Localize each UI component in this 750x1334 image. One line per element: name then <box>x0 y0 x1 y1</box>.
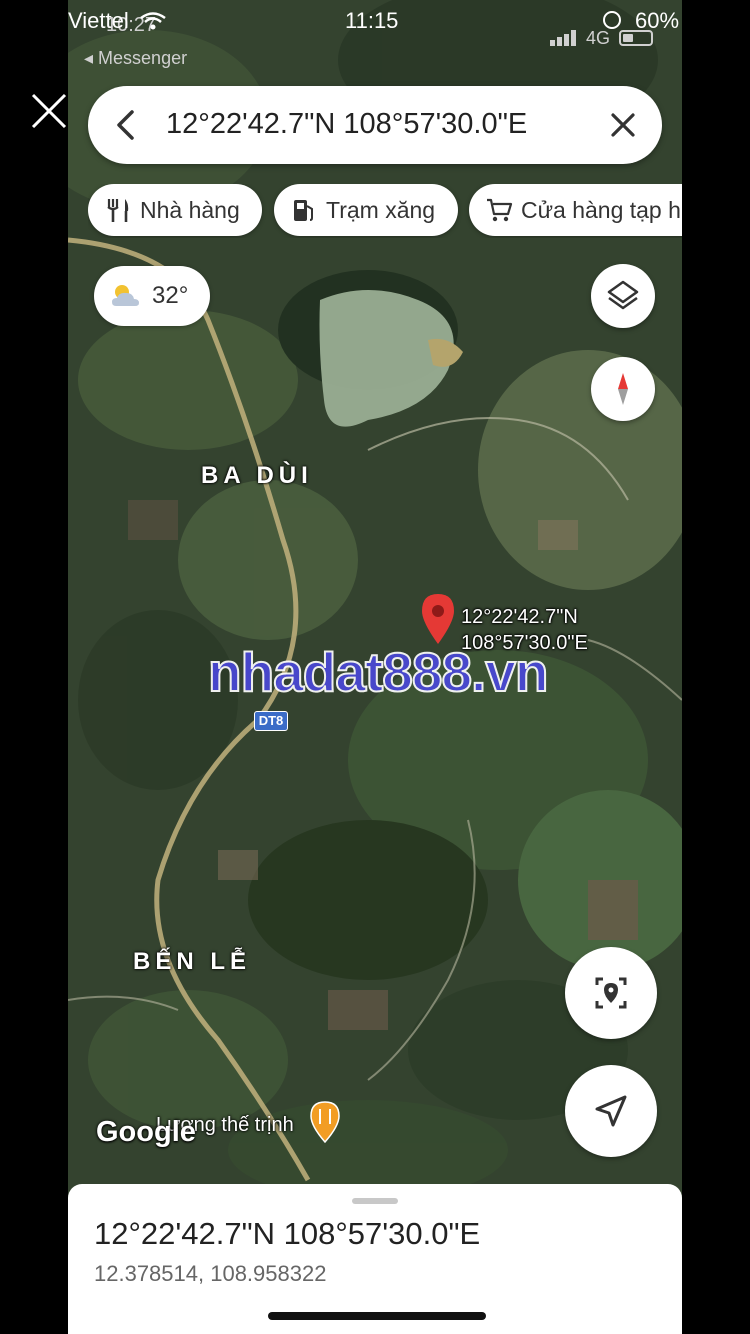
maps-app-screen: 10:27 ◂ Messenger 4G 12°22'42.7"N 108°57… <box>68 0 682 1334</box>
carrier-name: Viettel <box>68 8 129 33</box>
location-pin-icon[interactable] <box>418 592 458 646</box>
partly-cloudy-icon <box>112 285 139 306</box>
pin-latitude: 12°22'42.7"N <box>461 606 578 628</box>
wifi-icon <box>140 12 166 30</box>
navigation-arrow-icon <box>595 1095 627 1127</box>
compass-button[interactable] <box>591 357 655 421</box>
layers-button[interactable] <box>591 264 655 328</box>
place-bottom-sheet[interactable]: 12°22'42.7"N 108°57'30.0"E 12.378514, 10… <box>68 1184 682 1334</box>
category-chips: Nhà hàng Trạm xăng Cửa hàng tạp h <box>88 184 682 238</box>
battery-percent: 60% <box>635 8 680 33</box>
compass-icon <box>618 373 628 405</box>
restaurant-icon <box>107 199 129 222</box>
home-indicator[interactable] <box>268 1312 486 1320</box>
back-to-app-link[interactable]: ◂ Messenger <box>84 48 187 69</box>
chip-restaurants[interactable]: Nhà hàng <box>88 184 262 236</box>
my-location-button[interactable] <box>565 947 657 1039</box>
chip-gas-stations[interactable]: Trạm xăng <box>274 184 458 236</box>
temperature: 32° <box>152 282 189 309</box>
place-label-ba-dui: BA DÙI <box>201 462 313 489</box>
google-logo: Google <box>96 1116 196 1148</box>
clear-icon[interactable] <box>606 108 640 142</box>
location-target-icon <box>595 977 627 1009</box>
search-bar[interactable]: 12°22'42.7"N 108°57'30.0"E <box>88 86 662 164</box>
weather-pill[interactable]: 32° <box>94 266 210 326</box>
back-arrow-icon[interactable] <box>110 107 144 143</box>
sheet-drag-handle[interactable] <box>352 1198 398 1204</box>
place-label-ben-le: BẾN LỄ <box>133 948 252 975</box>
search-query[interactable]: 12°22'42.7"N 108°57'30.0"E <box>166 108 527 141</box>
watermark: nhadat888.vn <box>207 640 550 704</box>
chip-label: Cửa hàng tạp h <box>521 197 681 223</box>
close-icon[interactable] <box>30 92 68 130</box>
restaurant-pin-icon[interactable] <box>308 1100 342 1144</box>
place-title: 12°22'42.7"N 108°57'30.0"E <box>94 1216 481 1251</box>
decimal-coordinates: 12.378514, 108.958322 <box>94 1261 327 1286</box>
shopping-cart-icon <box>487 198 513 222</box>
chip-label: Nhà hàng <box>140 197 240 223</box>
chip-grocery-stores[interactable]: Cửa hàng tạp h <box>469 184 682 236</box>
layers-icon <box>607 280 639 310</box>
chip-label: Trạm xăng <box>326 197 436 223</box>
gas-station-icon <box>294 200 313 221</box>
outer-status-bar: Viettel 11:15 60% <box>0 0 750 40</box>
road-badge: DT8 <box>254 711 288 731</box>
clock: 11:15 <box>345 8 399 33</box>
rotation-lock-icon <box>603 11 621 29</box>
directions-button[interactable] <box>565 1065 657 1157</box>
